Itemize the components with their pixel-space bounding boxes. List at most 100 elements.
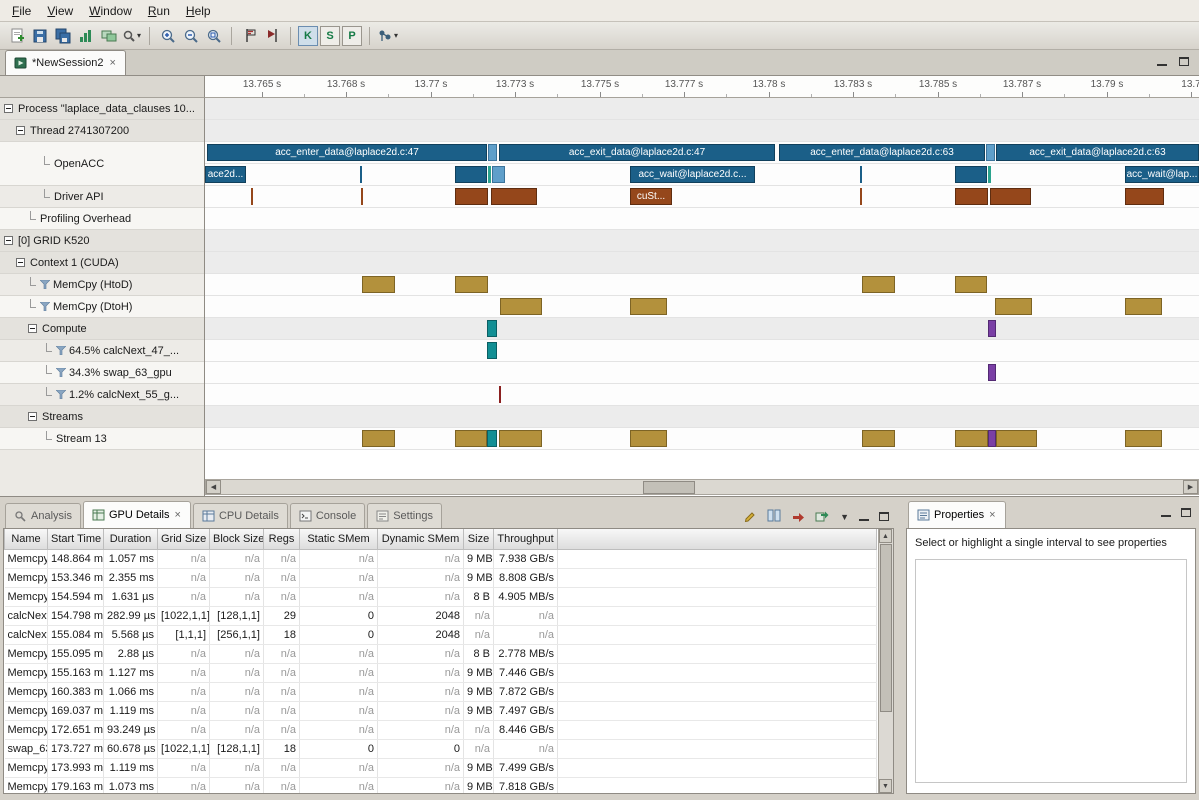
timeline-interval[interactable]: acc_wait@laplace2d.c... [630, 166, 755, 183]
timeline-interval[interactable] [988, 320, 996, 337]
collapse-toggle-icon[interactable] [28, 324, 37, 333]
timeline-interval[interactable] [487, 430, 497, 447]
timeline-interval[interactable] [996, 430, 1037, 447]
tab-gpu-details[interactable]: GPU Details× [83, 501, 191, 528]
view-menu-icon[interactable]: ▼ [840, 512, 849, 522]
table-row[interactable]: Memcpy169.037 ms1.119 msn/an/an/an/an/a9… [5, 701, 877, 720]
timeline-interval[interactable]: acc_enter_data@laplace2d.c:47 [207, 144, 487, 161]
tree-row-compute[interactable]: Compute [0, 318, 204, 340]
timeline-interval[interactable]: ace2d... [205, 166, 246, 183]
timeline-ruler[interactable]: 13.765 s13.768 s13.77 s13.773 s13.775 s1… [205, 76, 1199, 98]
scroll-down-icon[interactable]: ▼ [879, 779, 892, 793]
timeline-interval[interactable] [860, 166, 862, 183]
timeline-interval[interactable]: acc_exit_data@laplace2d.c:47 [499, 144, 775, 161]
tree-row-swap-63[interactable]: 34.3% swap_63_gpu [0, 362, 204, 384]
zoom-fit-icon[interactable] [202, 24, 225, 47]
hscroll-thumb[interactable] [643, 481, 695, 494]
scroll-right-icon[interactable]: ▶ [1183, 480, 1198, 494]
timeline-interval[interactable] [862, 430, 895, 447]
menu-view[interactable]: View [39, 2, 81, 20]
column-header-block-size[interactable]: Block Size [210, 529, 264, 549]
timeline-hscrollbar[interactable]: ◀ ▶ [205, 479, 1199, 495]
timeline-row-memcpy-htod[interactable] [205, 274, 1199, 296]
timeline-row-calcnext-55[interactable] [205, 384, 1199, 406]
collapse-toggle-icon[interactable] [4, 104, 13, 113]
dropdown-arrow-icon[interactable]: ▾ [394, 31, 398, 40]
scroll-left-icon[interactable]: ◀ [206, 480, 221, 494]
timeline-row-thread[interactable] [205, 120, 1199, 142]
close-icon[interactable]: × [109, 57, 117, 69]
timeline-interval[interactable] [499, 430, 542, 447]
timeline-row-driver-api[interactable]: cuSt... [205, 186, 1199, 208]
column-header-size[interactable]: Size [464, 529, 494, 549]
tree-row-calcnext-47[interactable]: 64.5% calcNext_47_... [0, 340, 204, 362]
column-header-start-time[interactable]: Start Time [48, 529, 104, 549]
maximize-icon[interactable] [1181, 508, 1191, 517]
timeline-interval[interactable]: acc_exit_data@laplace2d.c:63 [996, 144, 1199, 161]
tab-analysis[interactable]: Analysis [5, 503, 81, 528]
timeline-interval[interactable] [862, 276, 895, 293]
table-row[interactable]: calcNext_55_gpu155.084 ms5.568 µs[1,1,1]… [5, 625, 877, 644]
table-row[interactable]: calcNext_47_gpu154.798 ms282.99 µs[1022,… [5, 606, 877, 625]
timeline-interval[interactable]: acc_wait@lap... [1125, 166, 1199, 183]
timeline-interval[interactable]: cuSt... [630, 188, 672, 205]
show-processes-toggle[interactable]: P [342, 26, 362, 46]
table-row[interactable]: Memcpy154.594 ms1.631 µsn/an/an/an/an/a8… [5, 587, 877, 606]
timeline-interval[interactable] [499, 386, 501, 403]
tree-row-driver-api[interactable]: Driver API [0, 186, 204, 208]
table-row[interactable]: swap_63_gpu173.727 ms60.678 µs[1022,1,1]… [5, 739, 877, 758]
import-session-icon[interactable] [97, 24, 120, 47]
timeline-interval[interactable] [988, 166, 991, 183]
collapse-toggle-icon[interactable] [4, 236, 13, 245]
tab-properties[interactable]: Properties × [908, 501, 1006, 528]
table-row[interactable]: Memcpy160.383 ms1.066 msn/an/an/an/an/a9… [5, 682, 877, 701]
timeline-interval[interactable] [488, 144, 497, 161]
save-all-icon[interactable] [51, 24, 74, 47]
tree-row-profiling-overhead[interactable]: Profiling Overhead [0, 208, 204, 230]
tree-row-stream-13[interactable]: Stream 13 [0, 428, 204, 450]
timeline-interval[interactable] [955, 430, 988, 447]
close-icon[interactable]: × [174, 509, 182, 521]
column-header-static-smem[interactable]: Static SMem [300, 529, 378, 549]
edit-filter-icon[interactable] [743, 508, 757, 525]
timeline-interval[interactable] [995, 298, 1032, 315]
timeline-row-stream-13[interactable] [205, 428, 1199, 450]
column-header-dynamic-smem[interactable]: Dynamic SMem [378, 529, 464, 549]
import-data-icon[interactable] [791, 509, 805, 525]
table-vscrollbar[interactable]: ▲ ▼ [878, 529, 893, 793]
profile-application-icon[interactable] [74, 24, 97, 47]
timeline-interval[interactable] [955, 166, 987, 183]
timeline-interval[interactable] [1125, 430, 1162, 447]
tab-newsession2[interactable]: *NewSession2 × [5, 50, 126, 75]
show-kernels-toggle[interactable]: K [298, 26, 318, 46]
menu-run[interactable]: Run [140, 2, 178, 20]
timeline-row-context-1[interactable] [205, 252, 1199, 274]
vscroll-thumb[interactable] [880, 544, 892, 712]
tree-row-openacc[interactable]: OpenACC [0, 142, 204, 186]
timeline-interval[interactable] [860, 188, 862, 205]
collapse-toggle-icon[interactable] [16, 258, 25, 267]
timeline-interval[interactable] [455, 276, 488, 293]
timeline-interval[interactable] [251, 188, 253, 205]
table-row[interactable]: Memcpy153.346 ms2.355 msn/an/an/an/an/a9… [5, 568, 877, 587]
menu-window[interactable]: Window [81, 2, 140, 20]
timeline-row-grid-k520[interactable] [205, 230, 1199, 252]
column-header-name[interactable]: Name [5, 529, 48, 549]
timeline-row-compute[interactable] [205, 318, 1199, 340]
tree-row-thread[interactable]: Thread 2741307200 [0, 120, 204, 142]
timeline-row-process[interactable] [205, 98, 1199, 120]
tree-row-grid-k520[interactable]: [0] GRID K520 [0, 230, 204, 252]
menu-help[interactable]: Help [178, 2, 219, 20]
tree-row-memcpy-dtoh[interactable]: MemCpy (DtoH) [0, 296, 204, 318]
table-row[interactable]: Memcpy173.993 ms1.119 msn/an/an/an/an/a9… [5, 758, 877, 777]
timeline-interval[interactable] [487, 342, 497, 359]
dropdown-arrow-icon[interactable]: ▾ [137, 31, 141, 40]
timeline-interval[interactable] [988, 430, 996, 447]
column-header-regs[interactable]: Regs [264, 529, 300, 549]
scroll-up-icon[interactable]: ▲ [879, 529, 892, 543]
table-row[interactable]: Memcpy172.651 ms93.249 µsn/an/an/an/an/a… [5, 720, 877, 739]
timeline-interval[interactable] [955, 276, 987, 293]
timeline-interval[interactable] [362, 430, 395, 447]
timeline-row-swap-63[interactable] [205, 362, 1199, 384]
table-row[interactable]: Memcpy179.163 ms1.073 msn/an/an/an/an/a9… [5, 777, 877, 794]
